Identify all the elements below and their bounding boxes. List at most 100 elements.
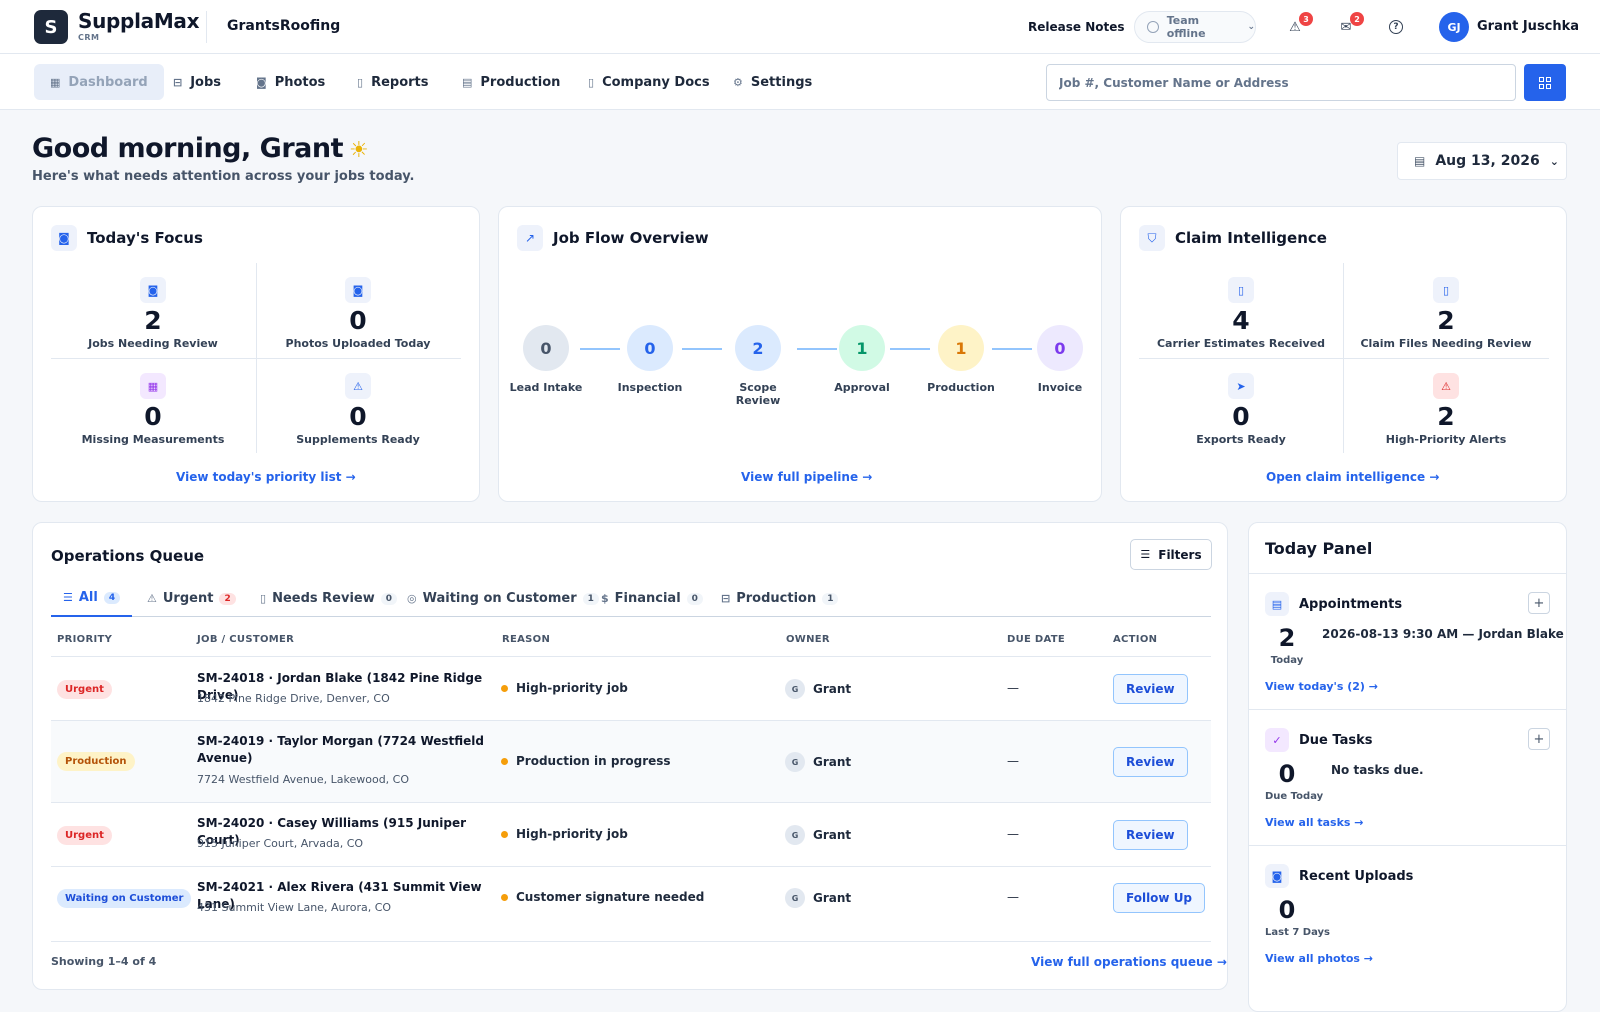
messages-button[interactable]: ✉ 2 (1336, 12, 1364, 37)
divider (206, 11, 207, 43)
job-title[interactable]: SM-24019 · Taylor Morgan (7724 Westfield… (197, 733, 487, 767)
tab-needs-review[interactable]: ▯ Needs Review 0 (248, 580, 409, 617)
tab-label: Urgent (162, 591, 214, 606)
tab-financial[interactable]: $ Financial 0 (589, 580, 715, 617)
nav-reports[interactable]: ▯ Reports (341, 64, 445, 100)
nav-jobs[interactable]: ⊟ Jobs (157, 64, 237, 100)
metric-label: Jobs Needing Review (88, 337, 218, 350)
calendar-icon: ▤ (1414, 154, 1426, 168)
review-button[interactable]: Review (1113, 674, 1188, 704)
claim-intelligence-link[interactable]: Open claim intelligence → (1266, 470, 1439, 484)
priority-list-link[interactable]: View today's priority list → (176, 470, 356, 484)
owner: G Grant (785, 752, 851, 772)
trending-up-icon: ↗ (517, 225, 543, 251)
filters-button[interactable]: ☰ Filters (1130, 539, 1212, 570)
metric-label: Supplements Ready (296, 433, 420, 446)
document-icon: ▯ (588, 75, 595, 89)
stage-count: 0 (1037, 325, 1083, 371)
metric-jobs-needing-review[interactable]: ◙ 2 Jobs Needing Review (53, 277, 253, 350)
metric-carrier-estimates[interactable]: ▯ 4 Carrier Estimates Received (1141, 277, 1341, 350)
appointments-count: 2 (1278, 624, 1296, 652)
metric-label: High-Priority Alerts (1385, 433, 1507, 446)
appointment-item[interactable]: 2026-08-13 9:30 AM — Jordan Blake (1322, 627, 1564, 641)
tab-production[interactable]: ⊟ Production 1 (709, 580, 850, 617)
table-row[interactable]: Urgent SM-24020 · Casey Williams (915 Ju… (51, 802, 1211, 866)
full-queue-link[interactable]: View full operations queue → (1031, 955, 1227, 969)
messages-badge: 2 (1350, 12, 1364, 26)
tab-count: 2 (219, 592, 236, 605)
tab-urgent[interactable]: ⚠ Urgent 2 (135, 580, 248, 617)
view-all-photos-link[interactable]: View all photos → (1265, 952, 1373, 965)
add-task-button[interactable]: + (1528, 728, 1550, 750)
nav-label: Settings (750, 74, 813, 90)
warning-icon: ⚠ (147, 592, 157, 605)
job-address: 915 Juniper Court, Arvada, CO (197, 837, 364, 850)
metric-label: Carrier Estimates Received (1156, 337, 1326, 350)
greeting-text: Good morning, Grant (32, 133, 344, 164)
status-dot (501, 830, 508, 838)
pipeline-stage[interactable]: 0 Inspection (610, 325, 690, 394)
reason-text: High-priority job (516, 681, 628, 695)
metric-exports-ready[interactable]: ➤ 0 Exports Ready (1141, 373, 1341, 446)
card-header: ◙ Today's Focus (51, 225, 203, 251)
full-pipeline-link[interactable]: View full pipeline → (741, 470, 872, 484)
pipeline-stage[interactable]: 0 Invoice (1020, 325, 1100, 394)
tab-all[interactable]: ☰ All 4 (51, 580, 133, 617)
metric-missing-measurements[interactable]: ▦ 0 Missing Measurements (53, 373, 253, 446)
table-row[interactable]: Waiting on Customer SM-24021 · Alex Rive… (51, 866, 1211, 941)
metric-claim-files[interactable]: ▯ 2 Claim Files Needing Review (1346, 277, 1546, 350)
stage-count: 1 (938, 325, 984, 371)
nav-production[interactable]: ▤ Production (446, 64, 576, 100)
release-notes-link[interactable]: Release Notes (1028, 20, 1125, 34)
reason: High-priority job (501, 681, 628, 695)
priority-badge: Waiting on Customer (57, 889, 192, 908)
nav-label: Company Docs (602, 74, 710, 90)
due-tasks-section: ✓ Due Tasks + 0 Due Today No tasks due. … (1249, 709, 1566, 845)
nav-dashboard[interactable]: ▦ Dashboard (34, 64, 164, 100)
pipeline-stage[interactable]: 2 Scope Review (718, 325, 798, 407)
add-appointment-button[interactable]: + (1528, 592, 1550, 614)
team-status-label: Team offline (1166, 14, 1206, 40)
pipeline-stage[interactable]: 1 Approval (822, 325, 902, 394)
job-address: 1842 Pine Ridge Drive, Denver, CO (197, 692, 390, 705)
user-name[interactable]: Grant Juschka (1477, 19, 1579, 34)
metric-photos-uploaded[interactable]: ◙ 0 Photos Uploaded Today (258, 277, 458, 350)
view-all-tasks-link[interactable]: View all tasks → (1265, 816, 1363, 829)
search-input[interactable] (1046, 64, 1516, 101)
column-header: OWNER (786, 634, 830, 645)
date-picker[interactable]: ▤ Aug 13, 2026 ⌄ (1397, 142, 1567, 180)
brand-name: SupplaMax (78, 9, 200, 33)
nav-photos[interactable]: ◙ Photos (240, 64, 341, 100)
view-today-link[interactable]: View today's (2) → (1265, 680, 1378, 693)
pipeline-stage[interactable]: 0 Lead Intake (506, 325, 586, 394)
stage-count: 1 (839, 325, 885, 371)
user-avatar[interactable]: GJ (1439, 12, 1469, 42)
alerts-button[interactable]: ⚠ 3 (1285, 12, 1313, 37)
table-row[interactable]: Production SM-24019 · Taylor Morgan (772… (51, 720, 1211, 802)
nav-settings[interactable]: ⚙ Settings (717, 64, 828, 100)
pipeline-stage[interactable]: 1 Production (921, 325, 1001, 394)
priority-badge: Urgent (57, 680, 112, 699)
tab-label: Financial (614, 591, 681, 606)
warning-icon: ⚠ (1433, 373, 1459, 399)
review-button[interactable]: Review (1113, 747, 1188, 777)
review-button[interactable]: Review (1113, 820, 1188, 850)
stage-label: Approval (834, 381, 890, 394)
team-status-dropdown[interactable]: Team offline ⌄ (1134, 11, 1256, 43)
follow-up-button[interactable]: Follow Up (1113, 883, 1206, 913)
apps-grid-button[interactable] (1524, 64, 1566, 101)
uploads-sub: Last 7 Days (1265, 927, 1330, 938)
chevron-down-icon: ⌄ (1549, 154, 1559, 168)
tab-count: 1 (822, 592, 839, 605)
metric-supplements-ready[interactable]: ⚠ 0 Supplements Ready (258, 373, 458, 446)
tab-waiting-on-customer[interactable]: ◎ Waiting on Customer 1 (395, 580, 611, 617)
metric-high-priority-alerts[interactable]: ⚠ 2 High-Priority Alerts (1346, 373, 1546, 446)
app-logo[interactable]: S (34, 10, 68, 44)
owner-name: Grant (813, 828, 852, 842)
table-row[interactable]: Urgent SM-24018 · Jordan Blake (1842 Pin… (51, 656, 1211, 720)
avatar: G (785, 888, 805, 908)
status-dot (501, 684, 508, 692)
owner: G Grant (785, 679, 851, 699)
nav-company-docs[interactable]: ▯ Company Docs (572, 64, 726, 100)
help-button[interactable]: ? (1386, 17, 1406, 37)
